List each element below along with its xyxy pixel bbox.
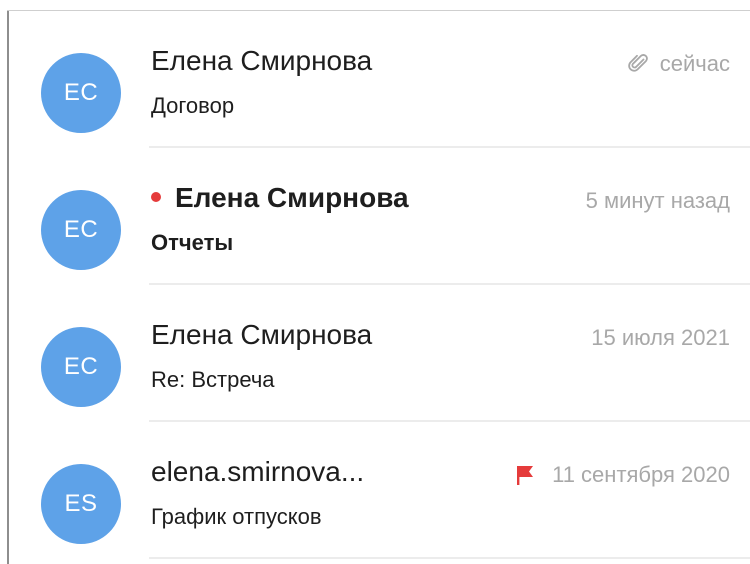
message-row[interactable]: ЕС Елена Смирнова Re: Встреча 15 июля 20… bbox=[9, 285, 750, 422]
message-meta: 5 минут назад bbox=[586, 188, 730, 214]
flag-icon bbox=[516, 464, 536, 486]
subject-line: Договор bbox=[151, 93, 235, 118]
avatar: ЕС bbox=[41, 190, 121, 270]
message-meta: сейчас bbox=[628, 51, 730, 77]
message-time: сейчас bbox=[659, 51, 730, 76]
message-row[interactable]: ЕС Елена Смирнова Отчеты 5 минут назад bbox=[9, 148, 750, 285]
avatar: ЕС bbox=[41, 327, 121, 407]
message-meta: 15 июля 2021 bbox=[591, 325, 730, 351]
unread-dot-icon bbox=[151, 191, 161, 202]
paperclip-icon bbox=[628, 53, 650, 75]
avatar: ES bbox=[41, 464, 121, 544]
sender-name: Елена Смирнова bbox=[151, 319, 373, 350]
mail-list-window: ЕС Елена Смирнова Договор сейчас ЕС Елен… bbox=[0, 0, 750, 564]
subject-line: График отпусков bbox=[151, 504, 322, 529]
message-time: 11 сентября 2020 bbox=[552, 462, 730, 487]
sender-name-text: Елена Смирнова bbox=[175, 182, 409, 213]
sender-name: Елена Смирнова bbox=[151, 45, 373, 76]
sender-name-unread: Елена Смирнова bbox=[151, 182, 409, 214]
sender-name: elena.smirnova... bbox=[151, 456, 365, 487]
subject-line: Отчеты bbox=[151, 230, 234, 255]
message-row[interactable]: ES elena.smirnova... График отпусков 11 … bbox=[9, 422, 750, 559]
message-row[interactable]: ЕС Елена Смирнова Договор сейчас bbox=[9, 11, 750, 148]
subject-line: Re: Встреча bbox=[151, 367, 275, 392]
message-meta: 11 сентября 2020 bbox=[516, 462, 730, 488]
message-time: 15 июля 2021 bbox=[591, 325, 730, 350]
message-time: 5 минут назад bbox=[585, 188, 730, 213]
avatar: ЕС bbox=[41, 53, 121, 133]
message-list: ЕС Елена Смирнова Договор сейчас ЕС Елен… bbox=[9, 11, 750, 559]
